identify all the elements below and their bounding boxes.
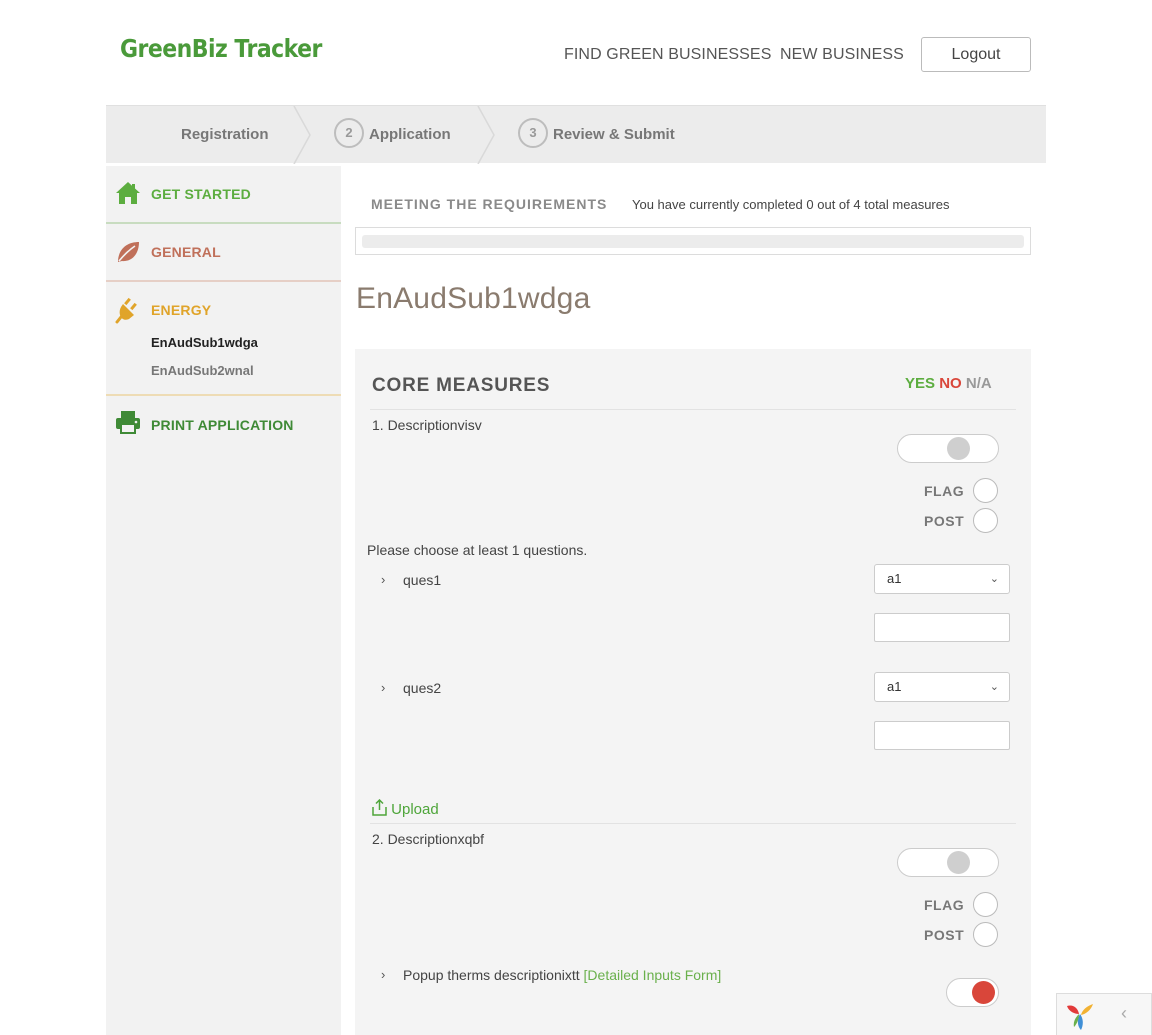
sidebar-item-energy[interactable]: ENERGY EnAudSub1wdga EnAudSub2wnal bbox=[106, 282, 341, 394]
divider bbox=[370, 823, 1016, 824]
divider bbox=[370, 409, 1016, 410]
home-icon bbox=[116, 182, 140, 204]
measure-1-answer-toggle[interactable] bbox=[897, 434, 999, 463]
chevron-down-icon: ⌄ bbox=[989, 681, 999, 693]
popup-therms-row: Popup therms descriptionixtt [Detailed I… bbox=[403, 967, 721, 983]
leaf-icon bbox=[118, 242, 139, 262]
question-hint: Please choose at least 1 questions. bbox=[367, 542, 588, 558]
sidebar-item-label: ENERGY bbox=[151, 302, 212, 318]
measure-2-answer-toggle[interactable] bbox=[897, 848, 999, 877]
core-measures-title: CORE MEASURES bbox=[372, 375, 551, 396]
step-separator-icon bbox=[477, 106, 495, 164]
question-2-selected: a1 bbox=[887, 679, 902, 694]
legend-yes: YES bbox=[905, 375, 936, 392]
measure-1-flag-checkbox[interactable] bbox=[973, 478, 998, 503]
plug-icon bbox=[115, 297, 137, 324]
progress-track bbox=[362, 235, 1024, 248]
step-registration[interactable]: Registration bbox=[181, 106, 269, 164]
measure-2-flag-label: FLAG bbox=[924, 897, 965, 913]
measure-2-post-checkbox[interactable] bbox=[973, 922, 998, 947]
sidebar-item-print-application[interactable]: PRINT APPLICATION bbox=[106, 396, 341, 452]
question-2-select[interactable]: a1 ⌄ bbox=[874, 672, 1010, 702]
yii-logo-icon bbox=[1067, 1004, 1093, 1030]
sidebar-item-get-started[interactable]: GET STARTED bbox=[106, 166, 341, 222]
logout-button[interactable]: Logout bbox=[921, 37, 1031, 72]
app-logo[interactable]: GreenBiz Tracker bbox=[120, 34, 322, 63]
sidebar-item-label: GENERAL bbox=[151, 244, 221, 260]
measure-1-post-checkbox[interactable] bbox=[973, 508, 998, 533]
requirements-progress bbox=[355, 227, 1031, 255]
expand-caret-icon[interactable]: › bbox=[381, 680, 385, 695]
toggle-knob bbox=[947, 437, 970, 460]
debug-toolbar[interactable]: ‹ bbox=[1056, 993, 1152, 1035]
question-1-label: ques1 bbox=[403, 572, 442, 588]
step-review-label: Review & Submit bbox=[553, 126, 675, 143]
measure-1-description: 1. Descriptionvisv bbox=[372, 417, 482, 433]
sidebar-subitem-enaudsub2wnal[interactable]: EnAudSub2wnal bbox=[151, 363, 254, 378]
legend-no: NO bbox=[939, 375, 962, 392]
sidebar-item-label: PRINT APPLICATION bbox=[151, 417, 294, 433]
expand-caret-icon[interactable]: › bbox=[381, 572, 385, 587]
popup-therms-toggle[interactable] bbox=[946, 978, 999, 1007]
upload-icon bbox=[372, 798, 387, 816]
collapse-icon[interactable]: ‹ bbox=[1121, 1003, 1127, 1024]
question-2-label: ques2 bbox=[403, 680, 442, 696]
step-number: 3 bbox=[518, 118, 548, 149]
expand-caret-icon[interactable]: › bbox=[381, 967, 385, 982]
sidebar-item-general[interactable]: GENERAL bbox=[106, 224, 341, 280]
upload-link[interactable]: Upload bbox=[372, 798, 439, 818]
measure-2-post-label: POST bbox=[924, 927, 965, 943]
requirements-title: MEETING THE REQUIREMENTS bbox=[371, 196, 608, 212]
detailed-inputs-form-link[interactable]: [Detailed Inputs Form] bbox=[584, 967, 722, 983]
sidebar-item-label: GET STARTED bbox=[151, 186, 251, 202]
upload-label: Upload bbox=[391, 801, 439, 818]
measure-1-post-label: POST bbox=[924, 513, 965, 529]
sidebar: GET STARTED GENERAL ENERGY EnAudSub1wdga… bbox=[106, 166, 341, 1035]
measure-2-description: 2. Descriptionxqbf bbox=[372, 831, 485, 847]
step-application[interactable]: 2 Application bbox=[334, 106, 451, 164]
nav-find-green-businesses[interactable]: FIND GREEN BUSINESSES bbox=[564, 46, 771, 64]
question-1-input[interactable] bbox=[874, 613, 1010, 642]
toggle-knob bbox=[947, 851, 970, 874]
nav-new-business[interactable]: NEW BUSINESS bbox=[780, 46, 904, 64]
measure-2-flag-checkbox[interactable] bbox=[973, 892, 998, 917]
requirements-status: You have currently completed 0 out of 4 … bbox=[632, 197, 950, 212]
step-review-submit[interactable]: 3 Review & Submit bbox=[518, 106, 675, 164]
progress-steps: Registration 2 Application 3 Review & Subm… bbox=[106, 105, 1046, 164]
step-application-label: Application bbox=[369, 126, 451, 143]
measure-1-flag-label: FLAG bbox=[924, 483, 965, 499]
printer-icon bbox=[116, 411, 140, 434]
sidebar-subitem-enaudsub1wdga[interactable]: EnAudSub1wdga bbox=[151, 335, 258, 350]
step-number: 2 bbox=[334, 118, 364, 149]
question-2-input[interactable] bbox=[874, 721, 1010, 750]
question-1-select[interactable]: a1 ⌄ bbox=[874, 564, 1010, 594]
legend-na: N/A bbox=[965, 375, 992, 392]
page-title: EnAudSub1wdga bbox=[356, 282, 591, 315]
popup-therms-label: Popup therms descriptionixtt bbox=[403, 967, 580, 983]
chevron-down-icon: ⌄ bbox=[989, 573, 999, 585]
question-1-selected: a1 bbox=[887, 571, 902, 586]
answer-legend: YES NO N/A bbox=[905, 375, 992, 392]
toggle-knob bbox=[972, 981, 995, 1004]
step-separator-icon bbox=[293, 106, 311, 164]
step-registration-label: Registration bbox=[181, 126, 269, 143]
